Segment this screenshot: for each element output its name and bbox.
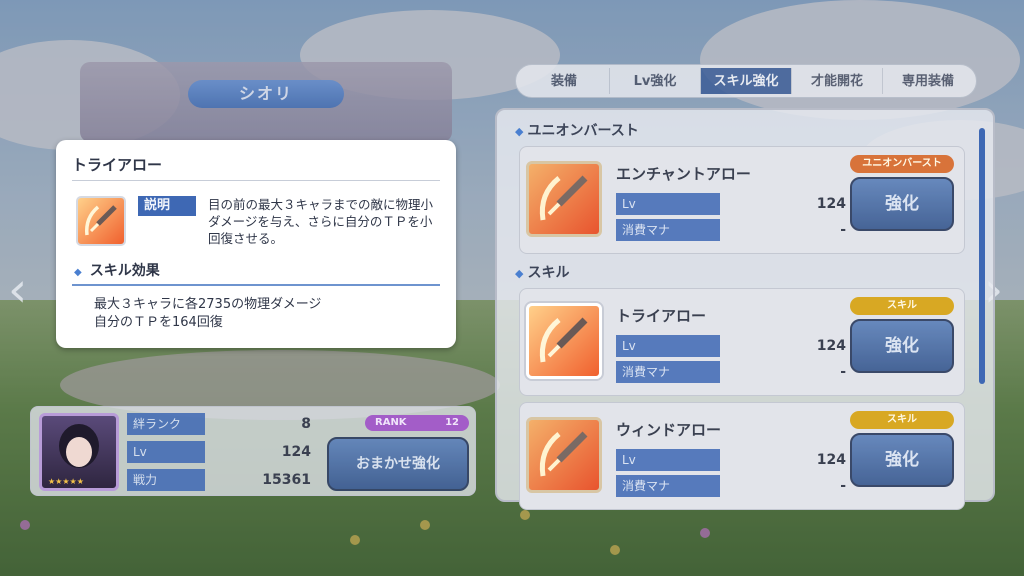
bow-arrow-icon[interactable] — [526, 303, 602, 379]
divider — [72, 284, 440, 286]
tab-unique-equipment[interactable]: 専用装備 — [883, 68, 973, 94]
mana-label: 消費マナ — [616, 475, 720, 497]
skill-mana-row: 消費マナ - — [616, 219, 846, 241]
character-portrait[interactable]: ★★★★★ — [39, 413, 119, 491]
lv-label: Lv — [616, 335, 720, 357]
lv-label: Lv — [127, 441, 205, 463]
skill-name: トライアロー — [616, 307, 707, 325]
skill-name: エンチャントアロー — [616, 165, 751, 183]
tab-skill-enhance[interactable]: スキル強化 — [701, 68, 792, 94]
section-title-union-burst: ◆ ユニオンバースト — [515, 123, 639, 139]
effect-line: 自分のＴＰを164回復 — [94, 315, 223, 330]
skill-level-value: 124 — [816, 196, 846, 212]
rank-badge: RANK 12 — [365, 415, 469, 431]
enhance-button[interactable]: 強化 — [850, 433, 954, 487]
skill-effect: 最大３キャラに各2735の物理ダメージ 自分のＴＰを164回復 — [94, 296, 434, 332]
union-burst-badge: ユニオンバースト — [850, 155, 954, 173]
skill-level-row: Lv 124 — [616, 335, 846, 357]
scrollbar[interactable] — [979, 128, 985, 384]
skill-description: 目の前の最大３キャラまでの敵に物理小ダメージを与え、さらに自分のＴＰを小回復させ… — [208, 197, 434, 246]
skill-level-value: 124 — [816, 452, 846, 468]
skill-badge: スキル — [850, 297, 954, 315]
tab-bar: 装備 Lv強化 スキル強化 才能開花 専用装備 — [515, 64, 977, 98]
skill-badge: スキル — [850, 411, 954, 429]
tab-talent-bloom[interactable]: 才能開花 — [792, 68, 883, 94]
power-value: 15361 — [262, 472, 311, 488]
tab-equipment[interactable]: 装備 — [519, 68, 610, 94]
bond-label: 絆ランク — [127, 413, 205, 435]
power-label: 戦力 — [127, 469, 205, 491]
skill-mana-row: 消費マナ - — [616, 475, 846, 497]
effect-line: 最大３キャラに各2735の物理ダメージ — [94, 297, 322, 312]
auto-enhance-button[interactable]: おまかせ強化 — [327, 437, 469, 491]
skill-level-row: Lv 124 — [616, 449, 846, 471]
mana-label: 消費マナ — [616, 219, 720, 241]
skill-card-tri-arrow: トライアロー Lv 124 消費マナ - スキル 強化 — [519, 288, 965, 396]
skill-name: ウィンドアロー — [616, 421, 722, 439]
character-status-panel: ★★★★★ 絆ランク 8 Lv 124 戦力 15361 RANK 12 おまかせ強化 — [30, 406, 476, 496]
chevron-left-icon[interactable]: ‹ — [8, 262, 27, 318]
tab-level-up[interactable]: Lv強化 — [610, 68, 701, 94]
bow-arrow-icon — [76, 196, 126, 246]
character-name: シオリ — [188, 80, 344, 108]
skill-mana-value: - — [840, 222, 846, 238]
level-value: 124 — [281, 444, 311, 460]
bond-rank-row: 絆ランク 8 — [127, 413, 311, 435]
popup-title: トライアロー — [72, 156, 163, 174]
enhance-button[interactable]: 強化 — [850, 177, 954, 231]
level-row: Lv 124 — [127, 441, 311, 463]
skill-mana-value: - — [840, 364, 846, 380]
section-title-skill: ◆ スキル — [515, 265, 570, 281]
lv-label: Lv — [616, 193, 720, 215]
skill-card-wind-arrow: ウィンドアロー Lv 124 消費マナ - スキル 強化 — [519, 402, 965, 510]
mana-label: 消費マナ — [616, 361, 720, 383]
bow-arrow-icon[interactable] — [526, 161, 602, 237]
skill-mana-row: 消費マナ - — [616, 361, 846, 383]
skill-mana-value: - — [840, 478, 846, 494]
power-row: 戦力 15361 — [127, 469, 311, 491]
skill-level-value: 124 — [816, 338, 846, 354]
description-label: 説明 — [138, 196, 196, 216]
bow-arrow-icon[interactable] — [526, 417, 602, 493]
skill-level-row: Lv 124 — [616, 193, 846, 215]
skill-detail-popup[interactable]: トライアロー 説明 目の前の最大３キャラまでの敵に物理小ダメージを与え、さらに自… — [56, 140, 456, 348]
skill-card-union-burst: エンチャントアロー Lv 124 消費マナ - ユニオンバースト 強化 — [519, 146, 965, 254]
skill-panel: ◆ ユニオンバースト エンチャントアロー Lv 124 消費マナ - ユニオンバースト… — [495, 108, 995, 510]
effect-title: ◆ スキル効果 — [74, 263, 160, 279]
star-rating-icon: ★★★★★ — [48, 477, 84, 486]
bond-value: 8 — [301, 416, 311, 432]
enhance-button[interactable]: 強化 — [850, 319, 954, 373]
lv-label: Lv — [616, 449, 720, 471]
divider — [72, 180, 440, 181]
